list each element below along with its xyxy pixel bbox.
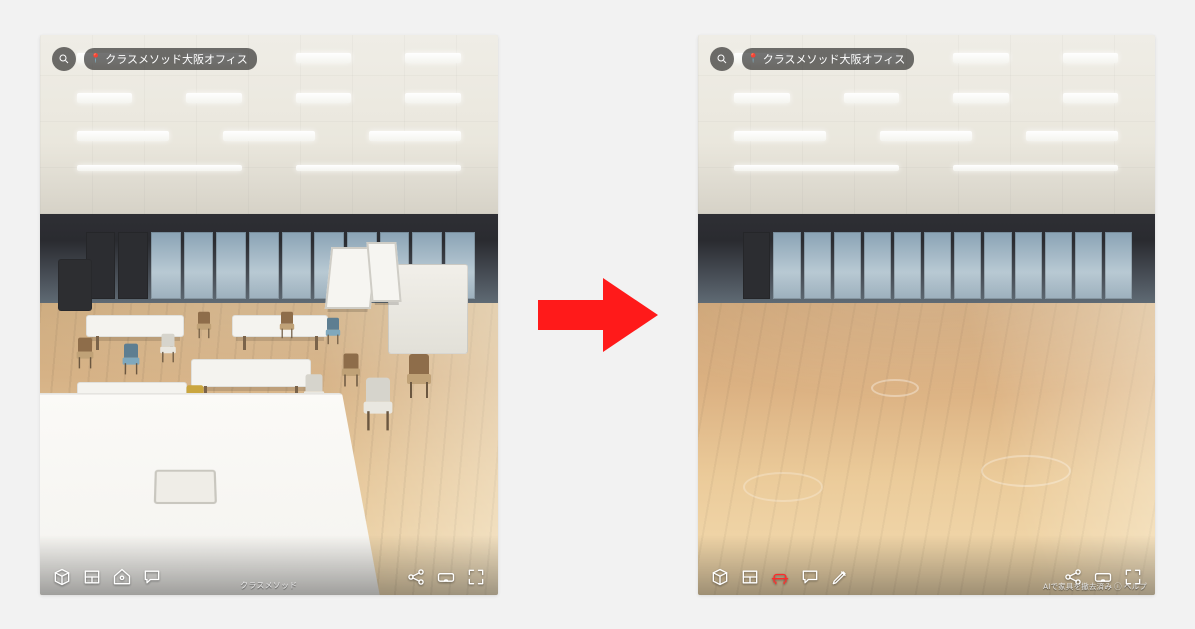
location-pill[interactable]: 📍 クラスメソッド大阪オフィス (710, 47, 915, 71)
search-icon[interactable] (52, 47, 76, 71)
before-panel: 📍 クラスメソッド大阪オフィス クラスメソッド (40, 35, 498, 595)
wall-band (698, 214, 1156, 304)
footer-text: AIで家具を撤去済み ⓘ ヘルプ (698, 581, 1156, 592)
after-panel: 📍 クラスメソッド大阪オフィス AIで家具を撤去済み ⓘ ヘルプ (698, 35, 1156, 595)
location-pill[interactable]: 📍 クラスメソッド大阪オフィス (52, 47, 257, 71)
wall-band (40, 214, 498, 304)
footer-text: クラスメソッド (40, 580, 498, 591)
location-text: クラスメソッド大阪オフィス (763, 51, 906, 67)
location-label[interactable]: 📍 クラスメソッド大阪オフィス (742, 48, 915, 70)
transform-arrow (538, 255, 658, 375)
location-text: クラスメソッド大阪オフィス (105, 51, 248, 67)
pin-icon: 📍 (90, 54, 101, 64)
floor (40, 303, 498, 594)
pin-icon: 📍 (748, 54, 759, 64)
floor (698, 303, 1156, 594)
search-icon[interactable] (710, 47, 734, 71)
location-label[interactable]: 📍 クラスメソッド大阪オフィス (84, 48, 257, 70)
